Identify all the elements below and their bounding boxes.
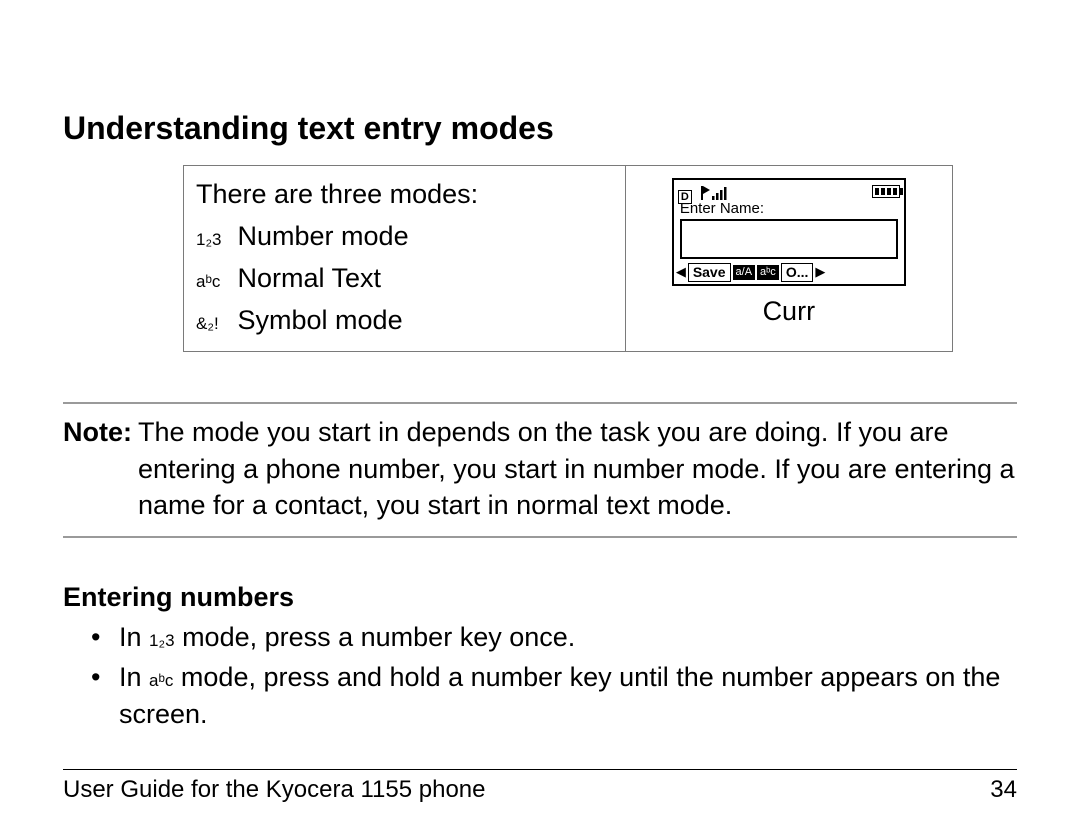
number-mode-icon: 1₂3 xyxy=(149,631,175,650)
bullet-post: mode, press a number key once. xyxy=(182,622,575,652)
right-arrow-icon: ▶ xyxy=(815,264,825,280)
text-input-box xyxy=(680,219,898,259)
modes-table: There are three modes: 1₂3 Number mode a… xyxy=(183,165,953,352)
note-label: Note: xyxy=(63,414,138,523)
note-block: Note: The mode you start in depends on t… xyxy=(63,402,1017,537)
symbol-mode-icon: &₂! xyxy=(196,311,230,337)
phone-screen: D xyxy=(672,178,906,286)
mode-chip-case: a/A xyxy=(733,265,756,280)
screen-illustration-cell: D xyxy=(625,166,952,352)
screen-prompt: Enter Name: xyxy=(674,200,904,217)
modes-text-cell: There are three modes: 1₂3 Number mode a… xyxy=(184,166,626,352)
bullet-pre: In xyxy=(119,622,149,652)
left-arrow-icon: ◀ xyxy=(676,264,686,280)
number-mode-icon: 1₂3 xyxy=(196,227,230,253)
footer-title: User Guide for the Kyocera 1155 phone xyxy=(63,776,485,804)
status-bar: D xyxy=(674,180,904,200)
mode-chip-abc: aᵇc xyxy=(757,265,779,280)
bullet-list: In 1₂3 mode, press a number key once. In… xyxy=(63,619,1017,732)
section-heading: Entering numbers xyxy=(63,582,1017,613)
mode-label: Symbol mode xyxy=(238,305,403,335)
modes-intro: There are three modes: xyxy=(196,174,613,216)
bullet-post: mode, press and hold a number key until … xyxy=(119,662,1000,728)
battery-icon xyxy=(872,185,900,198)
normal-text-icon: aᵇc xyxy=(196,269,230,295)
normal-text-icon: aᵇc xyxy=(149,671,173,690)
softkey-bar: ◀ Save a/A aᵇc O... ▶ xyxy=(674,263,904,284)
list-item: In aᵇc mode, press and hold a number key… xyxy=(91,659,1017,732)
softkey-save: Save xyxy=(688,263,731,282)
mode-row-normal: aᵇc Normal Text xyxy=(196,258,613,300)
page-number: 34 xyxy=(990,776,1017,804)
document-page: Understanding text entry modes There are… xyxy=(0,0,1080,834)
note-text: The mode you start in depends on the tas… xyxy=(138,414,1017,523)
mode-row-symbol: &₂! Symbol mode xyxy=(196,300,613,342)
bullet-pre: In xyxy=(119,662,149,692)
page-footer: User Guide for the Kyocera 1155 phone 34 xyxy=(63,769,1017,804)
screen-caption: Curr xyxy=(638,296,940,327)
softkey-options: O... xyxy=(781,263,814,282)
page-heading: Understanding text entry modes xyxy=(63,110,1017,147)
mode-label: Normal Text xyxy=(238,263,382,293)
list-item: In 1₂3 mode, press a number key once. xyxy=(91,619,1017,655)
mode-row-number: 1₂3 Number mode xyxy=(196,216,613,258)
mode-label: Number mode xyxy=(238,221,409,251)
